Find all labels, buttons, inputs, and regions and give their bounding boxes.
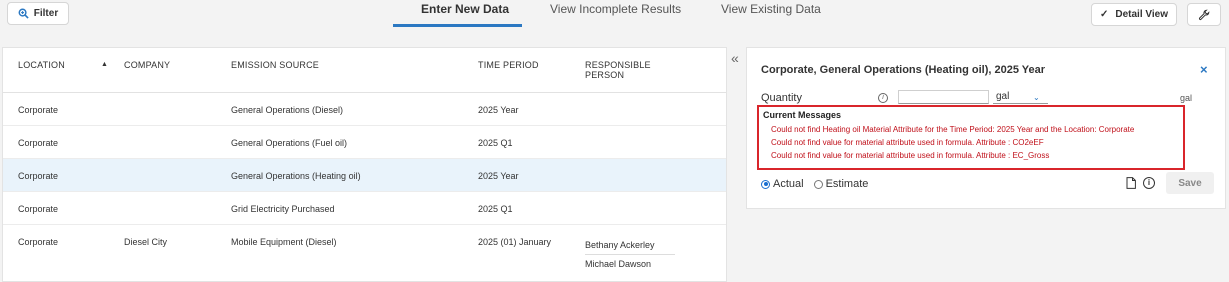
table-row[interactable]: Corporate Diesel City Mobile Equipment (… [3, 225, 726, 282]
current-messages-box: Current Messages Could not find Heating … [757, 105, 1185, 170]
cell-responsible-person: Michael Dawson [585, 259, 652, 269]
cell-location: Corporate [18, 171, 59, 181]
detail-view-label: Detail View [1115, 9, 1168, 20]
table-row[interactable]: Corporate General Operations (Diesel) 20… [3, 93, 726, 126]
detail-view-button[interactable]: ✓ Detail View [1091, 3, 1177, 26]
cell-emission-source: Grid Electricity Purchased [231, 204, 335, 214]
unit-dropdown[interactable]: gal ⌄ [993, 90, 1048, 104]
cell-company: Diesel City [124, 237, 168, 247]
actual-label: Actual [773, 178, 804, 190]
cell-location: Corporate [18, 138, 59, 148]
filter-button[interactable]: Filter [7, 2, 69, 25]
column-header-time-period[interactable]: TIME PERIOD [478, 60, 539, 70]
cell-emission-source: General Operations (Heating oil) [231, 171, 361, 181]
filter-label: Filter [33, 8, 59, 19]
collapse-panel-icon[interactable]: « [731, 50, 739, 66]
cell-time-period: 2025 Year [478, 171, 519, 181]
table-row[interactable]: Corporate Grid Electricity Purchased 202… [3, 192, 726, 225]
column-header-person: PERSON [585, 70, 625, 80]
cell-time-period: 2025 Year [478, 105, 519, 115]
actual-radio[interactable] [761, 179, 770, 189]
cell-location: Corporate [18, 105, 59, 115]
messages-heading: Current Messages [763, 110, 842, 120]
filter-search-icon [18, 8, 29, 19]
cell-location: Corporate [18, 204, 59, 214]
column-header-emission-source[interactable]: EMISSION SOURCE [231, 60, 319, 70]
column-header-location[interactable]: LOCATION [18, 60, 65, 70]
active-tab-indicator [393, 24, 522, 27]
column-header-company[interactable]: COMPANY [124, 60, 170, 70]
tab-enter-new-data[interactable]: Enter New Data [421, 2, 509, 16]
sort-ascending-icon[interactable]: ▲ [101, 61, 108, 68]
wrench-icon [1198, 9, 1210, 20]
chevron-down-icon: ⌄ [1033, 93, 1040, 102]
error-message: Could not find Heating oil Material Attr… [771, 125, 1135, 134]
cell-emission-source: Mobile Equipment (Diesel) [231, 237, 337, 247]
unit-label: gal [1180, 93, 1193, 103]
actual-estimate-radio-group: Actual Estimate [761, 178, 868, 190]
table-row[interactable]: Corporate General Operations (Fuel oil) … [3, 126, 726, 159]
data-entry-table: LOCATION ▲ COMPANY EMISSION SOURCE TIME … [2, 47, 727, 282]
cell-time-period: 2025 (01) January [478, 237, 552, 247]
error-message: Could not find value for material attrib… [771, 151, 1050, 160]
detail-title: Corporate, General Operations (Heating o… [761, 64, 1046, 76]
cell-time-period: 2025 Q1 [478, 138, 513, 148]
info-circle-icon[interactable]: i [1143, 177, 1155, 189]
column-header-responsible: RESPONSIBLE [585, 60, 651, 70]
cell-emission-source: General Operations (Diesel) [231, 105, 344, 115]
error-message: Could not find value for material attrib… [771, 138, 1044, 147]
settings-wrench-button[interactable] [1187, 3, 1221, 26]
cell-emission-source: General Operations (Fuel oil) [231, 138, 348, 148]
info-icon[interactable]: i [878, 93, 888, 103]
unit-selected-value: gal [996, 91, 1010, 102]
cell-responsible-person: Bethany Ackerley [585, 240, 675, 255]
check-icon: ✓ [1099, 9, 1109, 20]
estimate-radio[interactable] [813, 179, 823, 189]
estimate-label: Estimate [825, 178, 869, 190]
quantity-label: Quantity [761, 92, 802, 104]
quantity-input[interactable] [898, 90, 989, 104]
cell-time-period: 2025 Q1 [478, 204, 513, 214]
close-icon[interactable]: × [1200, 62, 1208, 77]
tab-view-incomplete-results[interactable]: View Incomplete Results [550, 2, 681, 16]
save-button[interactable]: Save [1166, 172, 1214, 194]
tab-view-existing-data[interactable]: View Existing Data [721, 2, 821, 16]
top-toolbar: Filter Enter New Data View Incomplete Re… [0, 0, 1229, 28]
table-row-selected[interactable]: Corporate General Operations (Heating oi… [3, 159, 726, 192]
document-icon[interactable] [1126, 177, 1136, 189]
detail-panel: Corporate, General Operations (Heating o… [746, 47, 1226, 209]
cell-location: Corporate [18, 237, 59, 247]
column-header-responsible-person[interactable]: RESPONSIBLE PERSON [585, 60, 651, 80]
